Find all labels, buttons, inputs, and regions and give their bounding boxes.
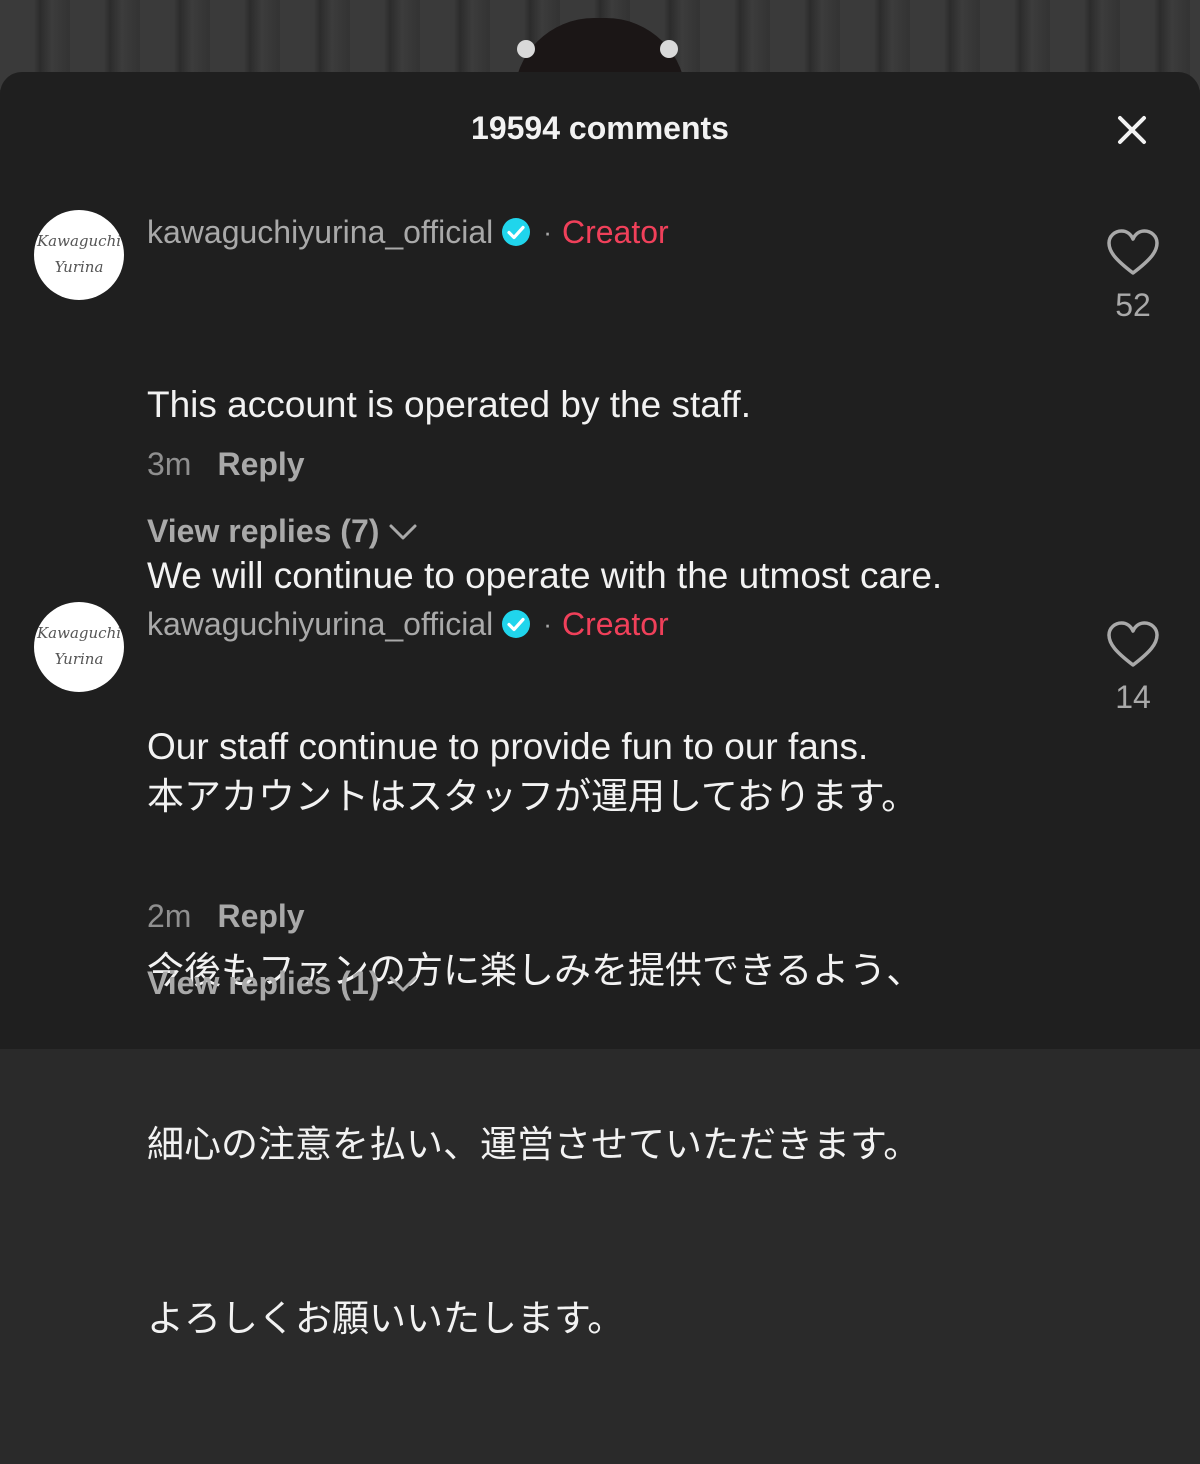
- separator-dot: ·: [543, 216, 552, 247]
- creator-badge: Creator: [561, 605, 669, 642]
- username-link[interactable]: kawaguchiyurina_official: [147, 214, 493, 251]
- comment-line: We will continue to operate with the utm…: [147, 555, 943, 596]
- chevron-down-icon: [389, 976, 417, 991]
- close-button[interactable]: [1114, 112, 1150, 148]
- comment-line: よろしくお願いいたします。: [147, 1298, 625, 1339]
- view-replies-button[interactable]: View replies (7): [147, 513, 419, 550]
- verified-icon: [502, 218, 531, 246]
- hair-clip: [517, 40, 535, 58]
- avatar-text-line: Kawaguchi: [36, 232, 122, 250]
- comments-sheet: 19594 comments Kawaguchi Yurina kawaguch…: [0, 72, 1200, 1339]
- comment-time: 2m: [147, 898, 192, 934]
- comments-count-title: 19594 comments: [471, 110, 729, 146]
- verified-icon: [502, 610, 531, 638]
- comment-line: 細心の注意を払い、運営させていただきます。: [147, 1124, 921, 1165]
- like-count: 14: [1115, 679, 1151, 715]
- comment-line: 本アカウントはスタッフが運用しております。: [147, 776, 919, 817]
- creator-badge: Creator: [561, 213, 669, 250]
- view-replies-label: View replies (7): [147, 513, 380, 549]
- like-button[interactable]: 52: [1104, 228, 1162, 324]
- comment-actions: 2m Reply: [147, 898, 305, 935]
- avatar-text-line: Yurina: [54, 650, 104, 668]
- view-replies-button[interactable]: View replies (1): [147, 965, 419, 1002]
- comment-time: 3m: [147, 446, 192, 482]
- chevron-down-icon: [389, 524, 417, 539]
- reply-button[interactable]: Reply: [217, 898, 304, 935]
- hair-clip: [660, 40, 678, 58]
- avatar[interactable]: Kawaguchi Yurina: [34, 210, 124, 300]
- avatar-text-line: Yurina: [54, 258, 104, 276]
- reply-button[interactable]: Reply: [217, 446, 304, 483]
- comment-meta: kawaguchiyurina_official · Creator: [147, 604, 669, 644]
- comment-meta: kawaguchiyurina_official · Creator: [147, 212, 669, 252]
- close-icon: [1118, 116, 1146, 144]
- avatar-text-line: Kawaguchi: [36, 624, 122, 642]
- avatar[interactable]: Kawaguchi Yurina: [34, 602, 124, 692]
- comment-actions: 3m Reply: [147, 446, 305, 483]
- like-button[interactable]: 14: [1104, 620, 1162, 716]
- separator-dot: ·: [543, 608, 552, 639]
- view-replies-label: View replies (1): [147, 965, 380, 1001]
- heart-icon: [1107, 229, 1159, 275]
- comment-text: 本アカウントはスタッフが運用しております。 今後もファンの方に楽しみを提供できる…: [147, 652, 923, 1464]
- heart-icon: [1107, 621, 1159, 667]
- comment-line: This account is operated by the staff.: [147, 384, 751, 425]
- like-count: 52: [1115, 287, 1151, 323]
- username-link[interactable]: kawaguchiyurina_official: [147, 606, 493, 643]
